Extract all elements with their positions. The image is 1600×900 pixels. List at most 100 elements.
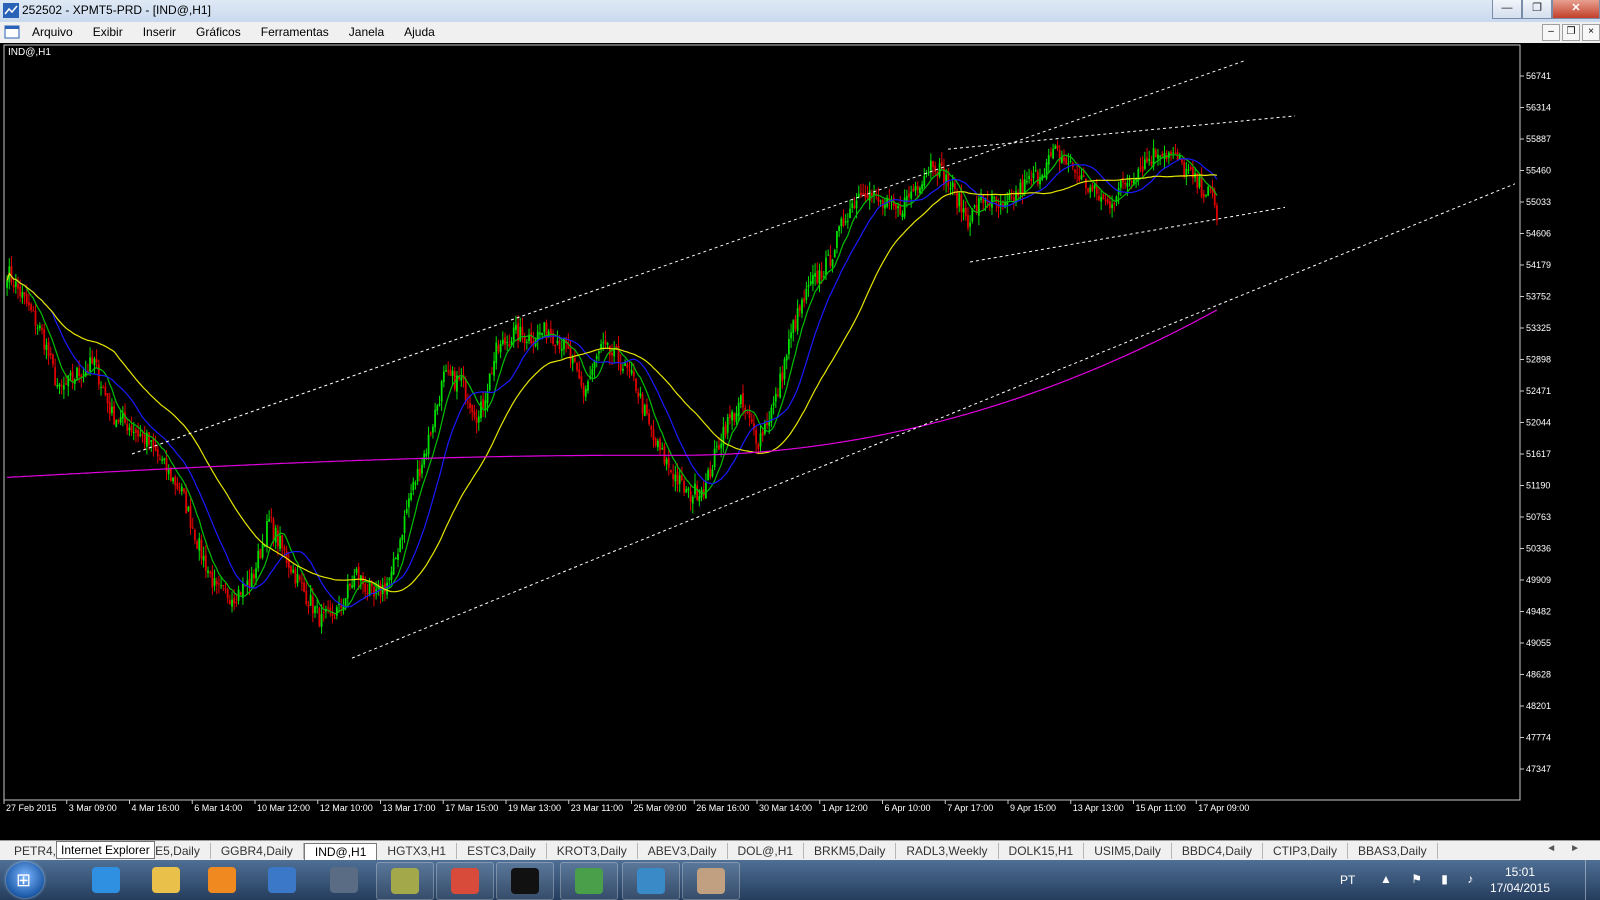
tab-9[interactable]: DOL@,H1 [728, 843, 805, 859]
mdi-close-button[interactable]: × [1582, 24, 1600, 41]
candle-body-291 [641, 394, 644, 414]
tab-11[interactable]: RADL3,Weekly [896, 843, 999, 859]
mdi-minimize-button[interactable]: – [1542, 24, 1560, 41]
menu-item-3[interactable]: Gráficos [186, 25, 251, 39]
candle-body-159 [353, 575, 356, 587]
language-indicator[interactable]: PT [1340, 873, 1355, 887]
file-explorer-icon [152, 867, 180, 893]
menu-item-1[interactable]: Exibir [83, 25, 133, 39]
tab-4[interactable]: IND@,H1 [303, 843, 378, 860]
candle-body-212 [469, 402, 471, 408]
price-chart[interactable]: IND@,H1 56741 56314 55887 55460 55033 54606 541… [0, 43, 1600, 840]
time-tick-label-7: 17 Mar 15:00 [445, 803, 498, 813]
taskbar-internet-explorer[interactable] [78, 862, 134, 898]
tab-12[interactable]: DOLK15,H1 [999, 843, 1085, 859]
candle-body-383 [842, 218, 845, 226]
candle-body-264 [582, 385, 585, 396]
candle-body-92 [207, 570, 209, 573]
menu-item-6[interactable]: Ajuda [394, 25, 445, 39]
candle-body-25 [60, 385, 63, 387]
taskbar-media-player[interactable] [194, 862, 250, 898]
taskbar-file-explorer[interactable] [138, 862, 194, 898]
candle-body-237 [523, 336, 526, 344]
candle-body-189 [418, 468, 421, 477]
candle-body-276 [608, 345, 611, 356]
candle-body-341 [750, 419, 753, 423]
tab-8[interactable]: ABEV3,Daily [638, 843, 728, 859]
candle-body-292 [643, 404, 646, 416]
candle-body-298 [656, 440, 659, 448]
candle-body-364 [801, 299, 803, 314]
candle-body-211 [466, 401, 469, 403]
candle-body-85 [191, 527, 194, 529]
candle-body-265 [584, 388, 587, 397]
candle-body-322 [709, 468, 712, 478]
candle-body-77 [174, 476, 177, 486]
show-desktop-button[interactable] [1585, 860, 1600, 900]
candle-body-425 [934, 165, 937, 172]
candle-body-366 [805, 288, 808, 300]
tab-7[interactable]: KROT3,Daily [547, 843, 638, 859]
candle-body-226 [499, 344, 502, 353]
maximize-button[interactable]: ❐ [1522, 0, 1552, 19]
candle-body-275 [606, 343, 609, 345]
taskbar-metatrader[interactable] [560, 862, 618, 900]
tab-14[interactable]: BBDC4,Daily [1172, 843, 1263, 859]
chart-svg[interactable]: IND@,H1 56741 56314 55887 55460 55033 54606 541… [0, 43, 1600, 840]
clock[interactable]: 15:01 17/04/2015 [1480, 864, 1560, 896]
tray-icons[interactable]: ▲ ⚑ ▮ ♪ [1380, 872, 1481, 886]
candle-body-97 [218, 583, 220, 585]
tab-15[interactable]: CTIP3,Daily [1263, 843, 1348, 859]
tab-6[interactable]: ESTC3,Daily [457, 843, 547, 859]
candle-body-367 [807, 285, 810, 288]
candle-body-282 [622, 368, 624, 371]
candle-body-343 [755, 429, 758, 444]
taskbar-xp-investimentos[interactable] [496, 862, 554, 900]
candle-body-542 [1189, 167, 1192, 170]
menu-item-5[interactable]: Janela [339, 25, 394, 39]
candle-body-363 [798, 305, 801, 311]
tab-16[interactable]: BBAS3,Daily [1348, 843, 1438, 859]
taskbar-accounting[interactable] [376, 862, 434, 900]
minimize-button[interactable]: — [1492, 0, 1522, 19]
tab-scroll-arrows[interactable]: ◄► [1546, 843, 1594, 854]
menu-item-4[interactable]: Ferramentas [251, 25, 339, 39]
candle-body-369 [812, 274, 814, 284]
candle-body-121 [270, 517, 273, 519]
tab-10[interactable]: BRKM5,Daily [804, 843, 897, 859]
candle-body-362 [796, 307, 799, 331]
candle-body-307 [676, 472, 679, 485]
candle-body-386 [849, 208, 851, 218]
chart-window-icon[interactable] [4, 24, 20, 40]
price-tick-label-3: 55460 [1526, 166, 1551, 176]
taskbar-hp-logo[interactable] [316, 862, 372, 898]
clock-time: 15:01 [1504, 865, 1536, 879]
candle-body-222 [490, 373, 493, 375]
candle-body-46 [106, 393, 109, 404]
tab-3[interactable]: GGBR4,Daily [211, 843, 304, 859]
price-tick-label-14: 50763 [1526, 512, 1551, 522]
candle-body-40 [93, 358, 96, 366]
close-button[interactable]: ✕ [1552, 0, 1600, 19]
candle-body-297 [654, 438, 657, 446]
candle-body-543 [1191, 167, 1194, 179]
candle-body-113 [252, 574, 255, 579]
tab-5[interactable]: HGTX3,H1 [377, 843, 458, 859]
candle-body-61 [139, 434, 142, 436]
candle-body-201 [445, 370, 447, 372]
taskbar-hp-tool[interactable] [254, 862, 310, 898]
candle-body-438 [962, 208, 965, 213]
taskbar-image-viewer[interactable] [622, 862, 680, 900]
menu-item-0[interactable]: Arquivo [22, 25, 83, 39]
candle-body-503 [1104, 199, 1107, 201]
mdi-restore-button[interactable]: ❐ [1562, 24, 1580, 41]
tab-13[interactable]: USIM5,Daily [1084, 843, 1172, 859]
candle-body-83 [187, 506, 190, 511]
candle-body-32 [76, 367, 78, 379]
menu-item-2[interactable]: Inserir [133, 25, 186, 39]
taskbar-paint[interactable] [682, 862, 740, 900]
taskbar-chrome[interactable] [436, 862, 494, 900]
price-tick-label-10: 52471 [1526, 386, 1551, 396]
start-button[interactable]: ⊞ [6, 862, 44, 898]
candle-body-334 [735, 413, 738, 422]
